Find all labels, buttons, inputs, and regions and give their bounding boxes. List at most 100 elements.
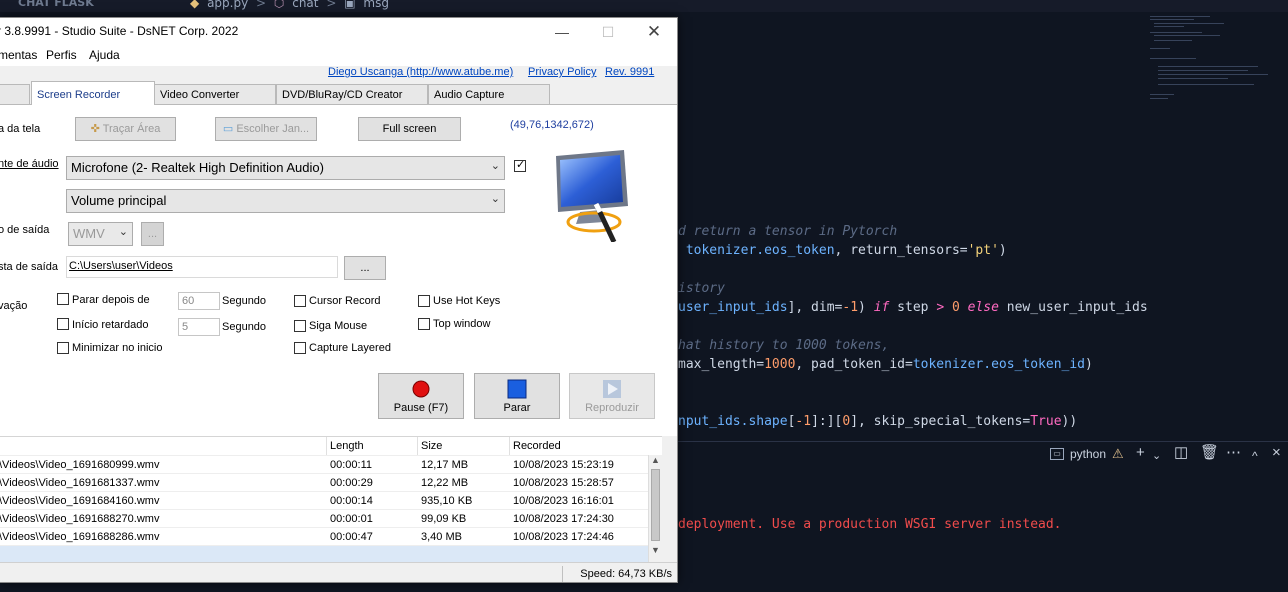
code-line[interactable]: istory: [678, 281, 725, 296]
code-token: , pad_token_id=: [795, 357, 913, 372]
author-link[interactable]: Diego Uscanga (http://www.atube.me): [328, 66, 513, 78]
code-token: ): [1085, 357, 1093, 372]
tab-previous[interactable]: [0, 84, 30, 104]
tab-screen-recorder[interactable]: Screen Recorder: [31, 81, 155, 105]
play-button[interactable]: Reproduzir: [569, 373, 655, 419]
code-line[interactable]: user_input_ids], dim=-1) if step > 0 els…: [678, 300, 1148, 315]
tab-dvd-creator[interactable]: DVD/BluRay/CD Creator: [276, 84, 428, 104]
terminal-warning-text: deployment. Use a production WSGI server…: [678, 517, 1062, 532]
stop-after-checkbox[interactable]: [57, 293, 69, 305]
title-bar[interactable]: r 3.8.9991 - Studio Suite - DsNET Corp. …: [0, 18, 677, 46]
cursor-record-checkbox[interactable]: [294, 295, 306, 307]
code-token: ]:][: [811, 414, 843, 429]
chevron-down-icon: ⌄: [490, 193, 500, 205]
full-screen-button[interactable]: Full screen: [358, 117, 461, 141]
code-token: d return a tensor in Pytorch: [678, 224, 898, 239]
format-settings-button[interactable]: ...: [141, 222, 164, 246]
top-window-label: Top window: [433, 318, 491, 330]
terminal-selector[interactable]: ▭ python ⚠: [1050, 446, 1124, 462]
table-row[interactable]: \Videos\Video_1691688286.wmv 00:00:47 3,40…: [0, 527, 648, 545]
audio-enabled-checkbox[interactable]: [514, 158, 526, 172]
column-recorded[interactable]: Recorded: [513, 440, 561, 452]
code-token: ): [858, 300, 874, 315]
cell-length: 00:00:29: [330, 477, 373, 489]
record-dot-icon: [412, 380, 430, 398]
play-icon: [603, 380, 621, 398]
code-line[interactable]: max_length=1000, pad_token_id=tokenizer.…: [678, 357, 1093, 372]
close-button[interactable]: ✕: [631, 18, 677, 46]
stop-after-unit: Segundo: [222, 295, 267, 307]
new-terminal-icon[interactable]: +: [1136, 445, 1145, 461]
cell-length: 00:00:01: [330, 513, 373, 525]
chevron-down-icon[interactable]: ⌄: [1152, 448, 1161, 464]
delay-seconds-input[interactable]: 5: [178, 318, 220, 336]
minimize-checkbox[interactable]: [57, 342, 69, 354]
output-format-value: WMV: [73, 226, 105, 241]
list-scrollbar[interactable]: ▲ ▼: [648, 455, 662, 571]
tab-video-converter[interactable]: Video Converter: [154, 84, 276, 104]
delayed-start-label: Início retardado: [72, 319, 149, 331]
more-actions-icon[interactable]: ⋯: [1226, 445, 1241, 461]
pause-button[interactable]: Pause (F7): [378, 373, 464, 419]
terminal-panel-header: [678, 441, 1288, 467]
output-folder-input[interactable]: C:\Users\user\Videos: [66, 256, 338, 278]
code-token: 0: [944, 300, 968, 315]
transfer-speed: Speed: 64,73 KB/s: [580, 568, 672, 580]
audio-device-value: Microfone (2- Realtek High Definition Au…: [71, 160, 324, 175]
crosshair-icon: ✜: [90, 123, 103, 135]
tab-audio-capture[interactable]: Audio Capture: [428, 84, 550, 104]
trace-area-button[interactable]: ✜ Traçar Área: [75, 117, 176, 141]
volume-select[interactable]: Volume principal ⌄: [66, 189, 505, 213]
scroll-down-icon[interactable]: ▼: [651, 545, 660, 555]
split-terminal-icon[interactable]: ◫: [1174, 445, 1188, 461]
play-label: Reproduzir: [585, 402, 639, 414]
menu-item-tools[interactable]: mentas: [0, 48, 37, 62]
code-token: else: [967, 300, 999, 315]
code-token: -1: [842, 300, 859, 315]
scrollbar-thumb[interactable]: [651, 469, 660, 541]
table-row[interactable]: \Videos\Video_1691680999.wmv 00:00:11 12,1…: [0, 455, 648, 473]
hot-keys-checkbox[interactable]: [418, 295, 430, 307]
column-size[interactable]: Size: [421, 440, 442, 452]
scroll-up-icon[interactable]: ▲: [651, 455, 660, 465]
table-row[interactable]: \Videos\Video_1691688270.wmv 00:00:01 99,0…: [0, 509, 648, 527]
choose-window-label: Escolher Jan...: [236, 123, 310, 135]
code-token: nput_ids.shape: [678, 414, 788, 429]
cell-name: \Videos\Video_1691680999.wmv: [0, 459, 160, 471]
delayed-start-checkbox[interactable]: [57, 318, 69, 330]
code-token: -1: [795, 414, 812, 429]
code-line[interactable]: d return a tensor in Pytorch: [678, 224, 897, 239]
code-line[interactable]: tokenizer.eos_token, return_tensors='pt'…: [678, 243, 1007, 258]
browse-folder-button[interactable]: ...: [344, 256, 386, 280]
table-row[interactable]: \Videos\Video_1691684160.wmv 00:00:14 935,…: [0, 491, 648, 509]
follow-mouse-checkbox[interactable]: [294, 320, 306, 332]
recordings-list[interactable]: Length Size Recorded \Videos\Video_16916…: [0, 436, 662, 571]
status-bar: Speed: 64,73 KB/s: [0, 562, 677, 582]
code-token: tokenizer.eos_token_id: [912, 357, 1085, 372]
capture-layered-checkbox[interactable]: [294, 342, 306, 354]
audio-device-select[interactable]: Microfone (2- Realtek High Definition Au…: [66, 156, 505, 180]
output-format-select[interactable]: WMV ⌄: [68, 222, 133, 246]
menu-item-help[interactable]: Ajuda: [89, 48, 120, 62]
maximize-button[interactable]: ☐: [585, 18, 631, 46]
table-row[interactable]: \Videos\Video_1691681337.wmv 00:00:29 12,2…: [0, 473, 648, 491]
stop-button[interactable]: Parar: [474, 373, 560, 419]
terminal-label: python: [1070, 447, 1107, 461]
screen-area-label: a da tela: [0, 123, 41, 135]
code-line[interactable]: nput_ids.shape[-1]:][0], skip_special_to…: [678, 414, 1077, 429]
close-panel-icon[interactable]: ×: [1272, 445, 1281, 461]
column-length[interactable]: Length: [330, 440, 364, 452]
top-window-checkbox[interactable]: [418, 318, 430, 330]
code-token: >: [936, 300, 945, 315]
stop-after-seconds-input[interactable]: 60: [178, 292, 220, 310]
menu-item-profiles[interactable]: Perfis: [46, 48, 77, 62]
trash-icon[interactable]: 🗑: [1200, 445, 1219, 461]
chevron-up-icon[interactable]: ^: [1252, 448, 1258, 464]
code-line[interactable]: hat history to 1000 tokens,: [678, 338, 889, 353]
choose-window-button[interactable]: ▭ Escolher Jan...: [215, 117, 317, 141]
privacy-policy-link[interactable]: Privacy Policy: [528, 66, 596, 78]
revision-link[interactable]: Rev. 9991: [605, 66, 654, 78]
cell-size: 3,40 MB: [421, 531, 462, 543]
stop-square-icon: [507, 379, 527, 399]
minimize-button[interactable]: —: [539, 18, 585, 46]
